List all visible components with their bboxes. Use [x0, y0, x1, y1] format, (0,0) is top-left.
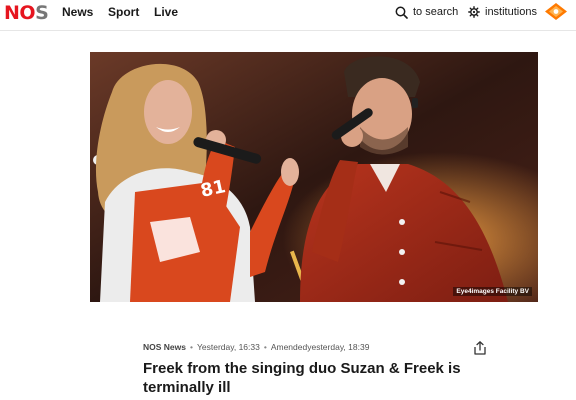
nos-logo[interactable]: NOS — [4, 2, 49, 24]
nav-news[interactable]: News — [62, 5, 93, 19]
institutions-button[interactable]: institutions — [468, 4, 537, 20]
nos-logo-main: NO — [4, 2, 36, 24]
article-hero-image: 81 Eye4images Facility BV — [90, 52, 538, 302]
share-icon[interactable] — [472, 340, 488, 356]
search-label: to search — [413, 6, 459, 18]
article-amended-time: Amendedyesterday, 18:39 — [270, 342, 370, 352]
article-published-time: Yesterday, 16:33 — [196, 342, 260, 352]
meta-separator: • — [263, 342, 267, 352]
search-icon — [395, 6, 408, 19]
nav-sport[interactable]: Sport — [108, 5, 139, 19]
photo-credit: Eye4images Facility BV — [453, 287, 532, 296]
gear-icon — [468, 6, 480, 18]
top-navigation-bar: NOS News Sport Live to search institutio… — [0, 0, 576, 31]
meta-separator: • — [190, 342, 193, 352]
institutions-label: institutions — [485, 6, 537, 18]
nos-logo-dim: S — [35, 2, 49, 24]
npo-logo-icon[interactable] — [545, 3, 567, 20]
search-button[interactable]: to search — [395, 4, 458, 20]
article-headline: Freek from the singing duo Suzan & Freek… — [143, 360, 461, 396]
nav-live[interactable]: Live — [154, 5, 178, 19]
article-source[interactable]: NOS News — [143, 342, 186, 352]
hero-photo: 81 — [90, 52, 538, 302]
article-meta: NOS News • Yesterday, 16:33 • Amendedyesterd… — [143, 342, 369, 352]
